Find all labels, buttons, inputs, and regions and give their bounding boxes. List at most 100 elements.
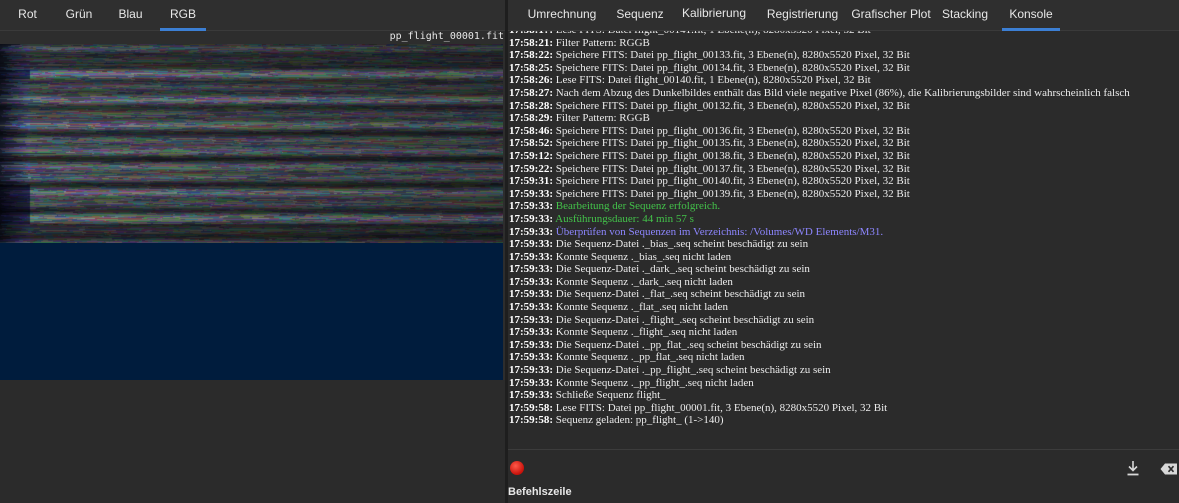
log-timestamp: 17:59:12: [509,149,553,162]
console-line: 17:59:12: Speichere FITS: Datei pp_fligh… [509,150,1179,163]
log-message: Filter Pattern: RGGB [555,112,650,125]
log-timestamp: 17:58:22: [509,49,553,62]
tools-tabbar: Umrechnung Sequenz Kalibrierung Registri… [508,0,1179,31]
console-line: 17:59:33: Konnte Sequenz ._bias_.seq nic… [509,251,1179,264]
image-panel-footer [0,380,505,503]
image-viewport[interactable] [0,44,503,380]
log-timestamp: 17:59:33: [509,212,553,225]
log-timestamp: 17:59:33: [509,250,553,263]
tab-grafischer-plot[interactable]: Grafischer Plot [849,0,933,31]
clear-icon [1160,463,1177,475]
log-timestamp: 17:59:33: [509,351,553,364]
log-message: Konnte Sequenz ._flight_.seq nicht laden [555,326,738,339]
log-message: Die Sequenz-Datei ._flat_.seq scheint be… [555,288,806,301]
log-timestamp: 17:59:33: [509,376,553,389]
tab-konsole[interactable]: Konsole [1002,0,1060,31]
log-timestamp: 17:59:33: [509,338,553,351]
log-timestamp: 17:58:21: [509,36,553,49]
console-line: 17:59:33: Die Sequenz-Datei ._pp_flight_… [509,364,1179,377]
log-timestamp: 17:59:33: [509,301,553,314]
log-timestamp: 17:59:33: [509,200,553,213]
log-message: Die Sequenz-Datei ._flight_.seq scheint … [555,313,815,326]
log-message: Speichere FITS: Datei pp_flight_00133.fi… [555,49,910,62]
log-message: Speichere FITS: Datei pp_flight_00136.fi… [555,124,910,137]
log-message: Konnte Sequenz ._flat_.seq nicht laden [555,301,729,314]
log-timestamp: 17:59:22: [509,162,553,175]
log-message: Ausführungsdauer: 44 min 57 s [555,212,694,225]
log-message: Speichere FITS: Datei pp_flight_00135.fi… [555,137,910,150]
log-message: Filter Pattern: RGGB [555,36,650,49]
log-timestamp: 17:58:25: [509,61,553,74]
console-line: 17:59:33: Die Sequenz-Datei ._bias_.seq … [509,238,1179,251]
console-line: 17:59:58: Sequenz geladen: pp_flight_ (1… [509,414,1179,427]
console-line: 17:59:58: Lese FITS: Datei pp_flight_000… [509,402,1179,415]
console-line: 17:58:29: Filter Pattern: RGGB [509,112,1179,125]
log-message: Die Sequenz-Datei ._dark_.seq scheint be… [555,263,810,276]
log-timestamp: 17:58:27: [509,86,553,99]
log-message: Lese FITS: Datei flight_00141.fit, 1 Ebe… [556,31,871,36]
log-message: Bearbeitung der Sequenz erfolgreich. [555,200,721,213]
log-timestamp: 17:58:29: [509,112,553,125]
log-message: Konnte Sequenz ._pp_flat_.seq nicht lade… [555,351,745,364]
tab-gruen[interactable]: Grün [55,0,103,31]
console-line: 17:59:33: Die Sequenz-Datei ._flat_.seq … [509,288,1179,301]
console-lines: 17:58:1?: Lese FITS: Datei flight_00141.… [509,31,1179,427]
tab-kalibrierung[interactable]: Kalibrierung [672,0,756,31]
log-message: Konnte Sequenz ._bias_.seq nicht laden [555,250,732,263]
console-line: 17:59:22: Speichere FITS: Datei pp_fligh… [509,163,1179,176]
tab-sequenz[interactable]: Sequenz [608,0,672,31]
console-line: 17:58:46: Speichere FITS: Datei pp_fligh… [509,125,1179,138]
log-timestamp: 17:59:33: [509,288,553,301]
log-timestamp: 17:59:33: [509,389,553,402]
log-message: Speichere FITS: Datei pp_flight_00140.fi… [555,175,910,188]
console-line: 17:59:33: Konnte Sequenz ._flat_.seq nic… [509,301,1179,314]
log-timestamp: 17:59:33: [509,364,553,377]
console-line: 17:58:21: Filter Pattern: RGGB [509,37,1179,50]
download-icon [1127,461,1139,476]
tab-blau[interactable]: Blau [103,0,158,31]
command-line-label: Befehlszeile [508,486,572,498]
console-line: 17:59:33: Konnte Sequenz ._pp_flat_.seq … [509,351,1179,364]
tab-rgb[interactable]: RGB [160,0,206,31]
tab-stacking[interactable]: Stacking [933,0,997,31]
log-timestamp: 17:59:33: [509,326,553,339]
log-message: Lese FITS: Datei pp_flight_00001.fit, 3 … [555,401,888,414]
log-message: Konnte Sequenz ._pp_flight_.seq nicht la… [555,376,754,389]
console-log[interactable]: 17:58:1?: Lese FITS: Datei flight_00141.… [508,31,1179,441]
log-message: Speichere FITS: Datei pp_flight_00137.fi… [555,162,910,175]
save-log-button[interactable] [1126,460,1140,476]
astro-image[interactable] [0,44,503,243]
log-message: Schließe Sequenz flight_ [555,389,666,402]
record-button[interactable] [510,461,524,475]
console-line: 17:58:27: Nach dem Abzug des Dunkelbilde… [509,87,1179,100]
log-timestamp: 17:59:31: [509,175,553,188]
console-line: 17:59:33: Überprüfen von Sequenzen im Ve… [509,226,1179,239]
log-timestamp: 17:58:28: [509,99,553,112]
tools-panel: Umrechnung Sequenz Kalibrierung Registri… [508,0,1179,503]
console-line: 17:59:33: Die Sequenz-Datei ._pp_flat_.s… [509,339,1179,352]
tab-umrechnung[interactable]: Umrechnung [516,0,608,31]
log-timestamp: 17:59:33: [509,238,553,251]
log-timestamp: 17:59:33: [509,225,553,238]
log-message: Die Sequenz-Datei ._pp_flat_.seq scheint… [555,338,822,351]
log-message: Lese FITS: Datei flight_00140.fit, 1 Ebe… [555,74,871,87]
log-timestamp: 17:59:33: [509,275,553,288]
console-line: 17:59:33: Ausführungsdauer: 44 min 57 s [509,213,1179,226]
log-timestamp: 17:59:58: [509,401,553,414]
log-message: Speichere FITS: Datei pp_flight_00134.fi… [555,61,910,74]
console-line: 17:59:33: Konnte Sequenz ._flight_.seq n… [509,326,1179,339]
tab-rot[interactable]: Rot [0,0,55,31]
log-message: Speichere FITS: Datei pp_flight_00139.fi… [555,187,910,200]
console-line: 17:59:33: Die Sequenz-Datei ._dark_.seq … [509,263,1179,276]
console-line: 17:59:33: Schließe Sequenz flight_ [509,389,1179,402]
clear-log-button[interactable] [1160,462,1178,475]
console-line: 17:58:52: Speichere FITS: Datei pp_fligh… [509,137,1179,150]
console-line: 17:59:33: Bearbeitung der Sequenz erfolg… [509,200,1179,213]
tab-registrierung[interactable]: Registrierung [756,0,849,31]
image-panel: Rot Grün Blau RGB pp_flight_00001.fit [0,0,505,503]
console-line: 17:59:33: Konnte Sequenz ._pp_flight_.se… [509,377,1179,390]
log-message: Nach dem Abzug des Dunkelbildes enthält … [555,86,1130,99]
log-timestamp: 17:59:33: [509,263,553,276]
log-timestamp: 17:59:33: [509,313,553,326]
console-line: 17:58:26: Lese FITS: Datei flight_00140.… [509,74,1179,87]
